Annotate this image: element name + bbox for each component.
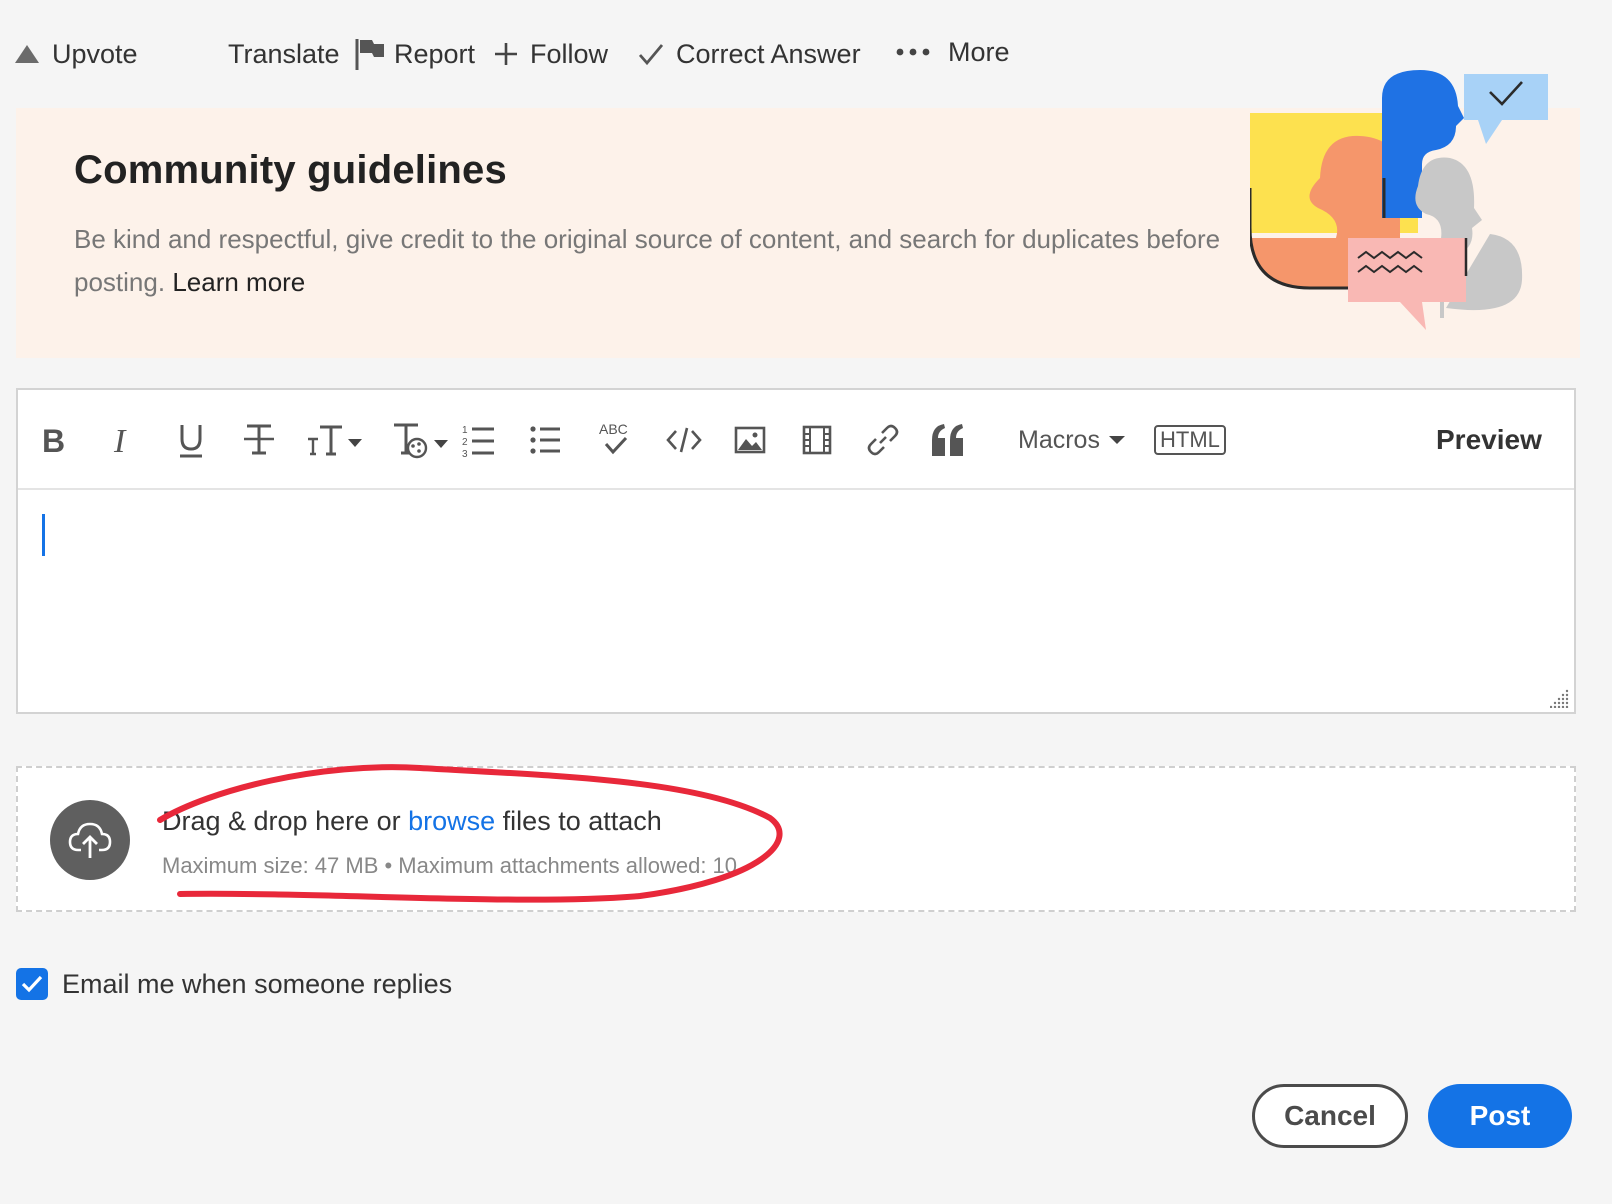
svg-text:3: 3 xyxy=(462,449,468,458)
bulleted-list-icon xyxy=(530,426,560,454)
svg-text:2: 2 xyxy=(462,437,468,448)
upload-button[interactable] xyxy=(50,800,130,880)
insert-link-button[interactable] xyxy=(866,416,900,464)
numbered-list-button[interactable]: 123 xyxy=(462,416,496,464)
cancel-button[interactable]: Cancel xyxy=(1252,1084,1408,1148)
caret-down-icon xyxy=(1108,436,1125,444)
preview-button[interactable]: Preview xyxy=(1436,416,1542,464)
underline-icon xyxy=(180,425,202,458)
plus-icon xyxy=(494,42,518,66)
follow-button[interactable]: Follow xyxy=(494,34,608,74)
dropzone-suffix: files to attach xyxy=(495,806,662,836)
resize-grip-icon[interactable] xyxy=(1550,688,1570,708)
spellcheck-icon: ABC xyxy=(599,421,628,455)
italic-icon: I xyxy=(113,423,127,458)
upvote-label: Upvote xyxy=(52,38,138,69)
text-cursor xyxy=(42,514,45,556)
html-label: HTML xyxy=(1154,425,1226,455)
dropzone-prefix: Drag & drop here or xyxy=(162,806,409,836)
guidelines-title: Community guidelines xyxy=(74,148,507,192)
bulleted-list-button[interactable] xyxy=(530,416,562,464)
dropzone-instructions: Drag & drop here or browse files to atta… xyxy=(162,806,662,837)
translate-button[interactable]: Translate xyxy=(228,34,340,74)
correct-answer-button[interactable]: Correct Answer xyxy=(638,34,861,74)
strikethrough-button[interactable] xyxy=(242,416,276,464)
email-option-label: Email me when someone replies xyxy=(62,968,453,999)
quote-icon xyxy=(932,424,963,456)
report-label: Report xyxy=(394,38,476,69)
checkmark-icon xyxy=(638,42,664,66)
community-illustration xyxy=(1250,70,1548,330)
html-mode-button[interactable]: HTML xyxy=(1154,416,1226,464)
text-color-dropdown[interactable] xyxy=(390,416,450,464)
post-button[interactable]: Post xyxy=(1428,1084,1572,1148)
checkmark-icon xyxy=(21,975,43,993)
svg-text:I: I xyxy=(113,423,127,458)
attachment-limits: Maximum size: 47 MB • Maximum attachment… xyxy=(162,853,738,878)
macros-dropdown[interactable]: Macros xyxy=(1018,416,1126,464)
insert-image-button[interactable] xyxy=(734,416,766,464)
cloud-upload-icon xyxy=(68,822,112,858)
more-dots-icon xyxy=(896,47,930,57)
insert-video-button[interactable] xyxy=(802,416,832,464)
more-button[interactable]: More xyxy=(896,32,1010,72)
editor-text-area[interactable] xyxy=(18,490,1574,712)
report-button[interactable]: Report xyxy=(354,34,475,74)
community-guidelines-banner: Community guidelines Be kind and respect… xyxy=(16,70,1580,358)
svg-text:1: 1 xyxy=(462,425,468,436)
numbered-list-icon: 123 xyxy=(462,425,494,458)
more-label: More xyxy=(948,36,1010,67)
email-notification-option[interactable]: Email me when someone replies xyxy=(16,968,452,1000)
preview-label: Preview xyxy=(1436,424,1542,455)
browse-link[interactable]: browse xyxy=(408,806,495,836)
bold-icon: B xyxy=(42,423,65,458)
upvote-button[interactable]: Upvote xyxy=(14,34,138,74)
correct-answer-label: Correct Answer xyxy=(676,38,861,69)
follow-label: Follow xyxy=(530,38,609,69)
svg-text:B: B xyxy=(42,423,65,458)
link-icon xyxy=(867,424,899,456)
image-icon xyxy=(734,426,766,454)
underline-button[interactable] xyxy=(176,416,206,464)
font-size-dropdown[interactable] xyxy=(306,416,362,464)
italic-button[interactable]: I xyxy=(108,416,136,464)
attachment-dropzone[interactable]: Drag & drop here or browse files to atta… xyxy=(16,766,1576,912)
code-icon xyxy=(666,427,702,453)
strikethrough-icon xyxy=(244,424,274,455)
bold-button[interactable]: B xyxy=(40,416,68,464)
translate-label: Translate xyxy=(228,38,340,69)
code-button[interactable] xyxy=(666,416,702,464)
email-checkbox[interactable] xyxy=(16,968,48,1000)
rich-text-editor: B I 123 ABC Macros HTML Preview xyxy=(16,388,1576,714)
guidelines-text: Be kind and respectful, give credit to t… xyxy=(74,218,1224,304)
learn-more-link[interactable]: Learn more xyxy=(172,267,305,297)
triangle-up-icon xyxy=(14,44,40,64)
font-size-icon xyxy=(308,425,362,456)
blockquote-button[interactable] xyxy=(930,416,966,464)
flag-icon xyxy=(354,37,386,71)
video-film-icon xyxy=(802,425,832,455)
editor-toolbar: B I 123 ABC Macros HTML Preview xyxy=(18,390,1574,490)
spellcheck-button[interactable]: ABC xyxy=(598,416,632,464)
svg-text:ABC: ABC xyxy=(599,421,628,437)
text-color-icon xyxy=(394,423,448,459)
macros-label: Macros xyxy=(1018,425,1100,454)
